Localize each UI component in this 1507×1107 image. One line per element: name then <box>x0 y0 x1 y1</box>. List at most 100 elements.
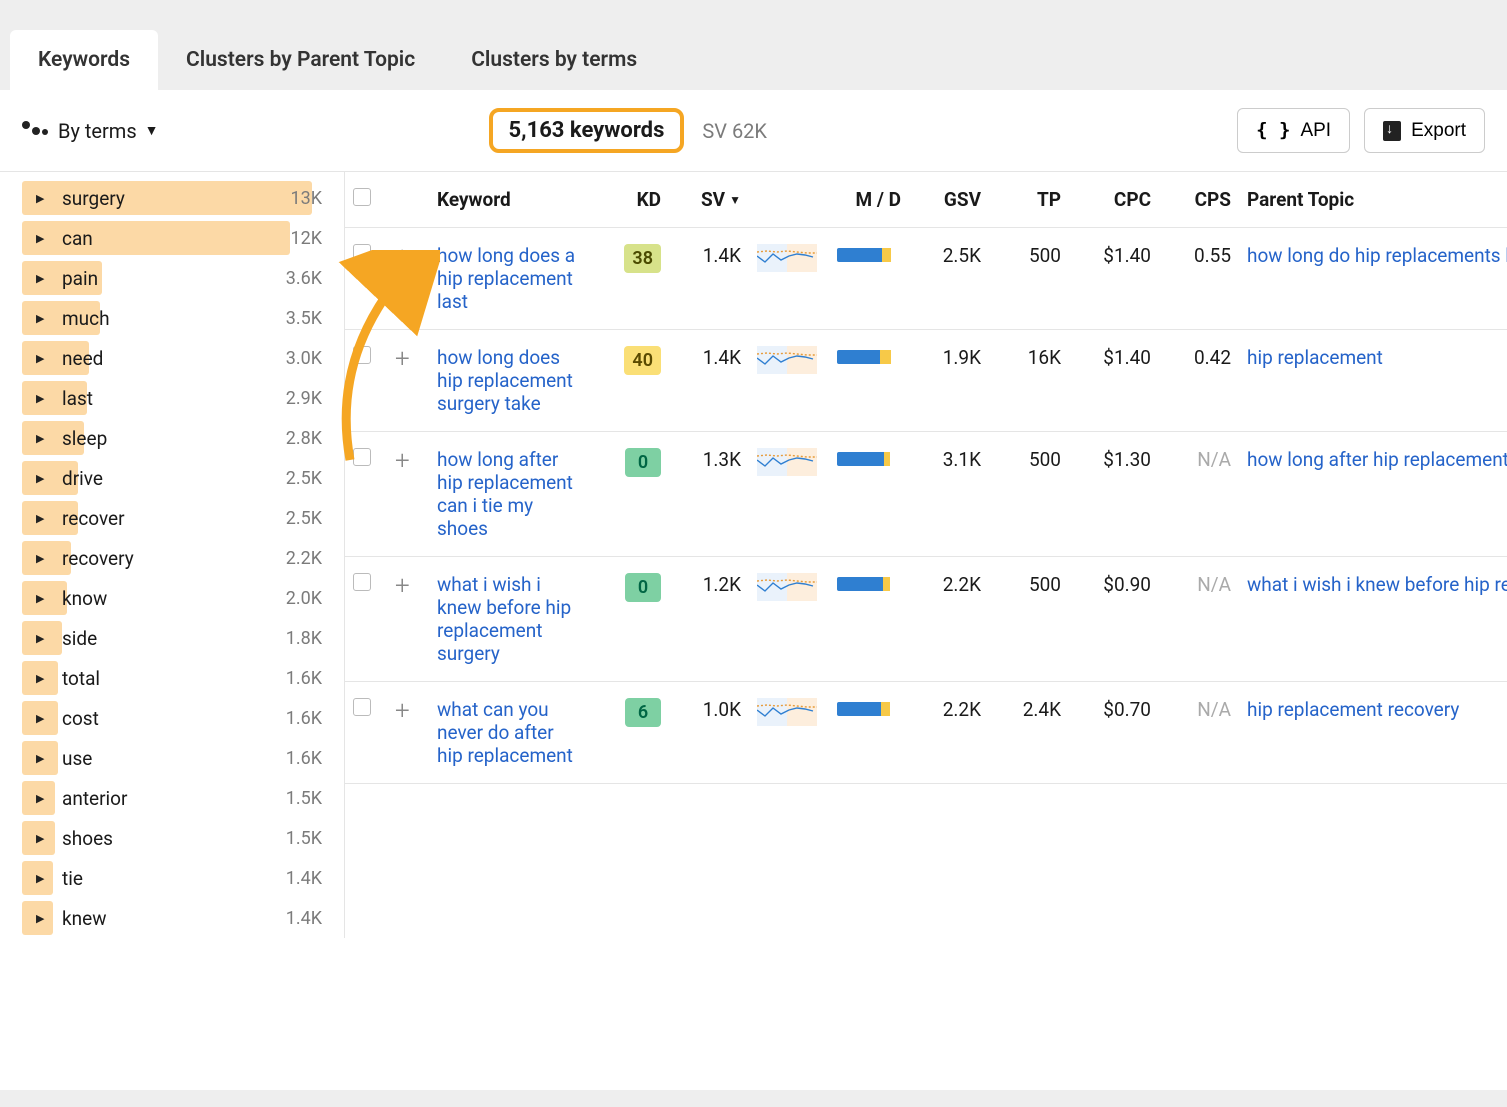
term-row[interactable]: ▶cost1.6K <box>0 698 344 738</box>
expand-icon: ▶ <box>36 472 44 485</box>
cpc-value: $0.90 <box>1069 557 1159 682</box>
col-kd[interactable]: KD <box>599 172 669 228</box>
term-row[interactable]: ▶sleep2.8K <box>0 418 344 458</box>
keyword-link[interactable]: what i wish i knew before hip replacemen… <box>437 573 577 665</box>
term-row[interactable]: ▶recover2.5K <box>0 498 344 538</box>
term-row[interactable]: ▶anterior1.5K <box>0 778 344 818</box>
expand-row-icon[interactable]: + <box>395 242 410 272</box>
trend-sparkline <box>757 573 817 601</box>
term-row[interactable]: ▶drive2.5K <box>0 458 344 498</box>
table-row: +how long does a hip replacement last381… <box>345 228 1507 330</box>
export-button[interactable]: Export <box>1364 108 1485 153</box>
term-label: pain <box>62 267 98 290</box>
term-label: much <box>62 307 110 330</box>
parent-topic-link[interactable]: hip replacement <box>1247 346 1383 369</box>
col-tp[interactable]: TP <box>989 172 1069 228</box>
table-row: + how long does hip replacement surgery t… <box>345 330 1507 432</box>
term-label: recover <box>62 507 125 530</box>
expand-icon: ▶ <box>36 912 44 925</box>
term-row[interactable]: ▶tie1.4K <box>0 858 344 898</box>
col-cps[interactable]: CPS <box>1159 172 1239 228</box>
term-label: last <box>62 387 93 410</box>
row-checkbox[interactable] <box>353 244 371 262</box>
grouping-dropdown[interactable]: By terms ▼ <box>58 119 159 143</box>
row-checkbox[interactable] <box>353 573 371 591</box>
tab-clusters-terms[interactable]: Clusters by terms <box>443 30 665 90</box>
term-row[interactable]: ▶can12K <box>0 218 344 258</box>
term-row[interactable]: ▶side1.8K <box>0 618 344 658</box>
term-row[interactable]: ▶much3.5K <box>0 298 344 338</box>
expand-icon: ▶ <box>36 592 44 605</box>
sort-desc-icon: ▼ <box>729 193 741 207</box>
row-checkbox[interactable] <box>353 448 371 466</box>
col-sv[interactable]: SV▼ <box>669 172 749 228</box>
trend-sparkline <box>757 698 817 726</box>
keywords-table: Keyword KD SV▼ M / D GSV TP CPC CPS Pare… <box>345 172 1507 784</box>
gsv-value: 2.5K <box>909 228 989 330</box>
expand-row-icon[interactable]: + <box>395 344 410 374</box>
cps-value: 0.55 <box>1159 228 1239 330</box>
expand-row-icon[interactable]: + <box>395 571 410 601</box>
tp-value: 500 <box>989 228 1069 330</box>
md-bar <box>837 452 897 466</box>
col-md[interactable]: M / D <box>829 172 909 228</box>
col-checkbox[interactable] <box>345 172 387 228</box>
parent-topic-link[interactable]: how long do hip replacements last <box>1247 244 1507 267</box>
md-bar <box>837 577 897 591</box>
term-count: 1.5K <box>286 828 322 849</box>
keyword-link[interactable]: how long does hip replacement surgery ta… <box>437 346 577 415</box>
control-bar: By terms ▼ 5,163 keywords SV 62K API Exp… <box>0 90 1507 172</box>
col-gsv[interactable]: GSV <box>909 172 989 228</box>
col-keyword[interactable]: Keyword <box>429 172 599 228</box>
term-label: side <box>62 627 97 650</box>
tab-strip: Keywords Clusters by Parent Topic Cluste… <box>0 0 1507 90</box>
keywords-table-wrap: Keyword KD SV▼ M / D GSV TP CPC CPS Pare… <box>345 172 1507 938</box>
row-checkbox[interactable] <box>353 346 371 364</box>
term-label: knew <box>62 907 106 930</box>
term-row[interactable]: ▶total1.6K <box>0 658 344 698</box>
parent-topic-link[interactable]: how long after hip replacement can i tie… <box>1247 448 1507 471</box>
keyword-link[interactable]: what can you never do after hip replacem… <box>437 698 577 767</box>
term-row[interactable]: ▶know2.0K <box>0 578 344 618</box>
tab-keywords[interactable]: Keywords <box>10 30 158 90</box>
term-row[interactable]: ▶use1.6K <box>0 738 344 778</box>
term-label: can <box>62 227 93 250</box>
tab-clusters-parent[interactable]: Clusters by Parent Topic <box>158 30 443 90</box>
term-count: 1.4K <box>286 868 322 889</box>
kd-badge: 0 <box>625 448 661 477</box>
tab-label: Clusters by terms <box>471 48 637 72</box>
gsv-value: 2.2K <box>909 557 989 682</box>
term-count: 1.8K <box>286 628 322 649</box>
expand-icon: ▶ <box>36 672 44 685</box>
term-row[interactable]: ▶need3.0K <box>0 338 344 378</box>
term-count: 1.6K <box>286 668 322 689</box>
parent-topic-link[interactable]: what i wish i knew before hip replacemen… <box>1247 573 1507 596</box>
term-row[interactable]: ▶shoes1.5K <box>0 818 344 858</box>
cps-value: N/A <box>1159 682 1239 784</box>
term-row[interactable]: ▶pain3.6K <box>0 258 344 298</box>
gsv-value: 2.2K <box>909 682 989 784</box>
term-label: recovery <box>62 547 134 570</box>
parent-topic-link[interactable]: hip replacement recovery <box>1247 698 1459 721</box>
term-row[interactable]: ▶recovery2.2K <box>0 538 344 578</box>
expand-row-icon[interactable]: + <box>395 446 410 476</box>
row-checkbox[interactable] <box>353 698 371 716</box>
expand-icon: ▶ <box>36 352 44 365</box>
term-row[interactable]: ▶ knew 1.4K <box>0 898 344 938</box>
term-row[interactable]: ▶last2.9K <box>0 378 344 418</box>
term-row[interactable]: ▶surgery13K <box>0 178 344 218</box>
keyword-link[interactable]: how long after hip replacement can i tie… <box>437 448 577 540</box>
api-button[interactable]: API <box>1237 108 1350 153</box>
expand-row-icon[interactable]: + <box>395 696 410 726</box>
kd-badge: 38 <box>624 244 661 273</box>
term-count: 1.4K <box>286 908 322 929</box>
term-label: use <box>62 747 92 770</box>
keyword-link[interactable]: how long does a hip replacement last <box>437 244 577 313</box>
trend-sparkline <box>757 244 817 272</box>
api-label: API <box>1300 120 1331 142</box>
cpc-value: $1.30 <box>1069 432 1159 557</box>
col-cpc[interactable]: CPC <box>1069 172 1159 228</box>
api-icon <box>1256 119 1290 142</box>
col-parent[interactable]: Parent Topic <box>1239 172 1507 228</box>
expand-icon: ▶ <box>36 432 44 445</box>
